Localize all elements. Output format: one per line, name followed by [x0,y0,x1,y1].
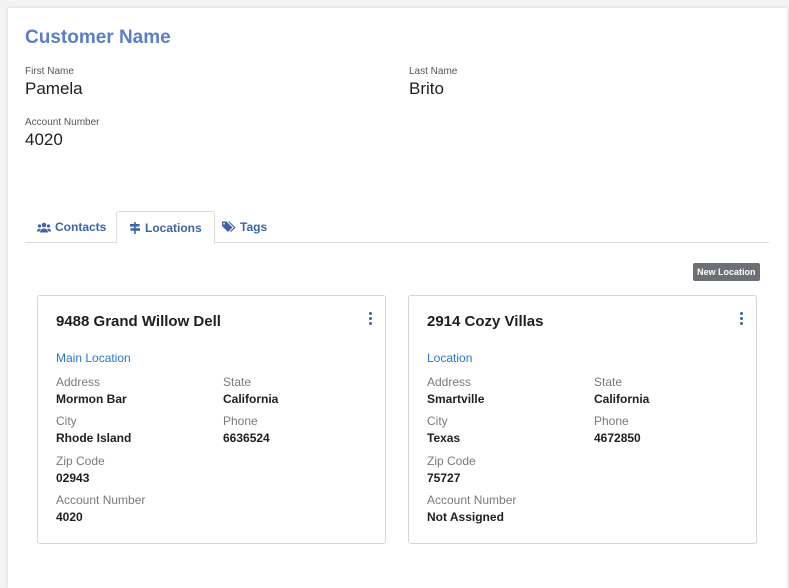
zip-value: 02943 [56,471,90,485]
phone-label: Phone [223,414,258,428]
location-card: 2914 Cozy Villas Location Address Smartv… [408,295,757,544]
first-name-field: First Name Pamela [25,66,83,99]
account-field: Account Number 4020 [56,493,145,524]
address-field: Address Mormon Bar [56,375,127,406]
city-value: Texas [427,431,461,445]
last-name-label: Last Name [409,66,458,77]
phone-value: 4672850 [594,431,641,445]
account-number-value: 4020 [25,130,63,149]
zip-label: Zip Code [56,454,105,468]
location-name: 9488 Grand Willow Dell [56,313,221,330]
more-options-icon[interactable] [367,312,373,328]
phone-value: 6636524 [223,431,270,445]
users-icon [37,222,51,233]
new-location-button[interactable]: New Location [693,263,760,281]
address-label: Address [56,375,101,389]
tab-tags-label: Tags [240,220,268,234]
city-field: City Texas [427,414,460,445]
city-field: City Rhode Island [56,414,131,445]
tab-contacts-label: Contacts [55,220,107,234]
last-name-value: Brito [409,79,444,98]
state-field: State California [594,375,649,406]
location-name: 2914 Cozy Villas [427,313,544,330]
phone-field: Phone 4672850 [594,414,641,445]
zip-field: Zip Code 75727 [427,454,476,485]
state-value: California [594,392,650,406]
account-number-field: Account Number 4020 [25,117,99,150]
state-field: State California [223,375,278,406]
tags-icon [222,221,236,233]
city-value: Rhode Island [56,431,132,445]
location-type: Location [427,351,473,365]
account-field: Account Number Not Assigned [427,493,516,524]
tab-contacts[interactable]: Contacts [25,211,118,243]
phone-label: Phone [594,414,629,428]
account-label: Account Number [427,493,517,507]
customer-panel: Customer Name First Name Pamela Last Nam… [8,8,787,588]
location-card: 9488 Grand Willow Dell Main Location Add… [37,295,386,544]
account-value: 4020 [56,510,83,524]
tab-locations-label: Locations [145,220,202,235]
account-number-label: Account Number [25,117,100,128]
tab-locations[interactable]: Locations [116,211,215,244]
tab-tags[interactable]: Tags [210,211,279,243]
address-value: Smartville [427,392,485,406]
zip-value: 75727 [427,471,461,485]
city-label: City [56,414,77,428]
account-label: Account Number [56,493,146,507]
page-title: Customer Name [25,27,171,48]
city-label: City [427,414,448,428]
state-value: California [223,392,279,406]
state-label: State [223,375,252,389]
account-value: Not Assigned [427,510,504,524]
last-name-field: Last Name Brito [409,66,457,99]
address-field: Address Smartville [427,375,484,406]
address-label: Address [427,375,472,389]
address-value: Mormon Bar [56,392,127,406]
signpost-icon [129,221,141,234]
zip-label: Zip Code [427,454,476,468]
phone-field: Phone 6636524 [223,414,270,445]
state-label: State [594,375,623,389]
more-options-icon[interactable] [738,312,744,328]
first-name-label: First Name [25,66,74,77]
location-type: Main Location [56,351,131,365]
tab-bar: Contacts Locations Tags [25,211,769,244]
first-name-value: Pamela [25,79,83,98]
zip-field: Zip Code 02943 [56,454,105,485]
